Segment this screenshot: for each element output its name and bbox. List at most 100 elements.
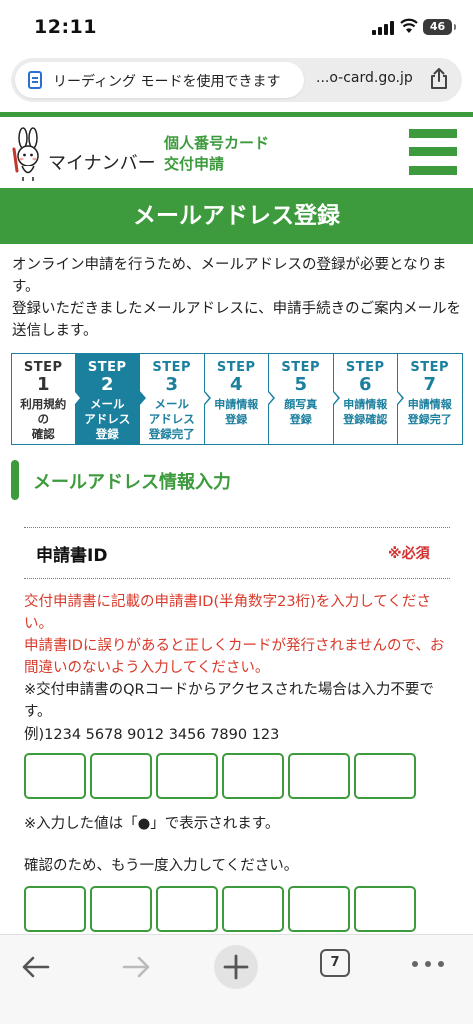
- step-desc-line: アドレス: [148, 412, 195, 426]
- step-desc-line: 利用規約: [20, 397, 67, 411]
- application-id-confirm-input-4[interactable]: [222, 886, 284, 932]
- step-desc-line: 申請情報: [407, 398, 452, 411]
- step-7: STEP 7 申請情報 登録完了: [398, 353, 463, 445]
- qr-note: ※交付申請書のQRコードからアクセスされた場合は入力不要です。: [24, 682, 434, 720]
- step-desc-line: メール: [90, 397, 125, 411]
- section-heading: メールアドレス情報入力: [11, 460, 463, 500]
- required-badge: ※必須: [388, 546, 430, 562]
- intro-text: オンライン申請を行うため、メールアドレスの登録が必要となります。 登録いただきま…: [12, 254, 464, 342]
- tabs-icon[interactable]: 7: [320, 949, 350, 977]
- logo-text[interactable]: マイナンバー: [48, 149, 156, 175]
- step-desc-line: 登録: [289, 413, 312, 426]
- address-bar[interactable]: リーディング モードを使用できます ...o-card.go.jp: [11, 58, 462, 102]
- step-label: STEP: [87, 360, 127, 375]
- step-arrow-fill: [268, 392, 273, 404]
- application-id-confirm-input-3[interactable]: [156, 886, 218, 932]
- page-title-band: メールアドレス登録: [0, 188, 473, 244]
- step-number: 6: [358, 374, 372, 395]
- step-label: STEP: [410, 360, 450, 375]
- step-desc-line: 申請情報: [214, 398, 259, 411]
- section-title: メールアドレス情報入力: [33, 472, 231, 493]
- intro-paragraph-2: 登録いただきましたメールアドレスに、申請手続きのご案内メールを送信します。: [12, 301, 462, 339]
- application-id-confirm-input-6[interactable]: [354, 886, 416, 932]
- step-1: STEP 1 利用規約 の 確認: [11, 353, 82, 445]
- step-number: 3: [165, 374, 179, 395]
- intro-paragraph-1: オンライン申請を行うため、メールアドレスの登録が必要となります。: [12, 257, 447, 295]
- step-label: STEP: [281, 360, 321, 375]
- step-label: STEP: [152, 360, 192, 375]
- application-id-input-1[interactable]: [24, 753, 86, 799]
- step-5: STEP 5 顔写真 登録: [269, 353, 340, 445]
- status-time: 12:11: [34, 16, 97, 38]
- step-desc-line: 顔写真: [284, 398, 318, 411]
- step-number: 1: [36, 374, 50, 395]
- step-label: STEP: [216, 360, 256, 375]
- application-id-inputs: [24, 753, 424, 799]
- step-desc-line: メール: [154, 397, 190, 411]
- hamburger-menu-icon[interactable]: [409, 129, 457, 175]
- step-desc-line: 登録完了: [407, 413, 452, 426]
- service-name-line2: 交付申請: [164, 155, 225, 173]
- divider: [24, 578, 450, 579]
- example-text: 例)1234 5678 9012 3456 7890 123: [24, 727, 280, 743]
- wifi-icon: [400, 18, 418, 33]
- step-label: STEP: [345, 360, 385, 375]
- service-name-line1: 個人番号カード: [164, 134, 270, 152]
- step-number: 2: [100, 374, 114, 395]
- step-2-current: STEP 2 メール アドレス 登録: [75, 353, 146, 445]
- url-text[interactable]: ...o-card.go.jp: [316, 70, 413, 86]
- application-id-label: 申請書ID: [36, 546, 108, 566]
- step-desc-line: 登録: [225, 413, 248, 426]
- confirm-note: 確認のため、もう一度入力してください。: [24, 858, 299, 874]
- application-id-input-3[interactable]: [156, 753, 218, 799]
- application-id-input-2[interactable]: [90, 753, 152, 799]
- warning-line-1: 交付申請書に記載の申請書ID(半角数字23桁)を入力してください。: [24, 594, 431, 632]
- application-id-input-5[interactable]: [288, 753, 350, 799]
- application-id-input-4[interactable]: [222, 753, 284, 799]
- reader-icon: [28, 71, 42, 89]
- forward-arrow-icon[interactable]: [114, 945, 158, 989]
- step-arrow-fill: [74, 392, 80, 404]
- application-id-confirm-input-1[interactable]: [24, 886, 86, 932]
- reader-mode-button[interactable]: リーディング モードを使用できます: [15, 62, 304, 98]
- back-arrow-icon[interactable]: [14, 945, 58, 989]
- application-id-confirm-input-2[interactable]: [90, 886, 152, 932]
- site-header: マイナンバー 個人番号カード 交付申請: [0, 117, 473, 187]
- step-desc-line: 登録: [95, 427, 119, 441]
- step-3: STEP 3 メール アドレス 登録完了: [140, 353, 211, 445]
- warning-line-2: 申請書IDに誤りがあると正しくカードが発行されませんので、お間違いのないよう入力…: [24, 638, 445, 676]
- step-arrow-fill: [397, 392, 402, 404]
- step-desc-line: の: [37, 412, 50, 426]
- step-desc-line: アドレス: [84, 412, 131, 426]
- step-label: STEP: [23, 360, 63, 375]
- step-4: STEP 4 申請情報 登録: [204, 353, 275, 445]
- browser-toolbar: 7: [0, 934, 473, 1024]
- application-id-input-6[interactable]: [354, 753, 416, 799]
- status-bar: 12:11 46: [0, 0, 473, 54]
- divider: [24, 527, 450, 528]
- step-number: 7: [423, 374, 437, 395]
- step-arrow-fill: [139, 392, 144, 404]
- plus-icon[interactable]: [214, 945, 258, 989]
- reader-mode-label: リーディング モードを使用できます: [53, 74, 281, 90]
- step-number: 4: [229, 374, 243, 395]
- step-6: STEP 6 申請情報 登録確認: [333, 353, 404, 445]
- share-icon[interactable]: [429, 68, 449, 90]
- page-title: メールアドレス登録: [133, 203, 340, 229]
- cellular-signal-icon: [372, 21, 396, 35]
- warning-text: 交付申請書に記載の申請書ID(半角数字23桁)を入力してください。 申請書IDに…: [24, 591, 452, 679]
- step-desc-line: 登録完了: [148, 427, 195, 441]
- step-indicator: STEP 1 利用規約 の 確認 STEP 2 メール アドレス 登録 STEP…: [11, 353, 463, 445]
- more-icon[interactable]: [410, 959, 446, 969]
- step-desc-line: 登録確認: [343, 413, 388, 426]
- step-number: 5: [294, 374, 308, 395]
- application-id-confirm-inputs: [24, 886, 424, 932]
- mascot-rabbit-icon[interactable]: [10, 127, 46, 183]
- battery-icon: 46: [423, 19, 456, 35]
- step-arrow-fill: [332, 392, 338, 404]
- section-accent-bar: [11, 460, 19, 500]
- step-arrow-fill: [203, 392, 209, 404]
- step-desc-line: 申請情報: [343, 398, 388, 411]
- application-id-confirm-input-5[interactable]: [288, 886, 350, 932]
- mask-note: ※入力した値は「●」で表示されます。: [24, 816, 280, 832]
